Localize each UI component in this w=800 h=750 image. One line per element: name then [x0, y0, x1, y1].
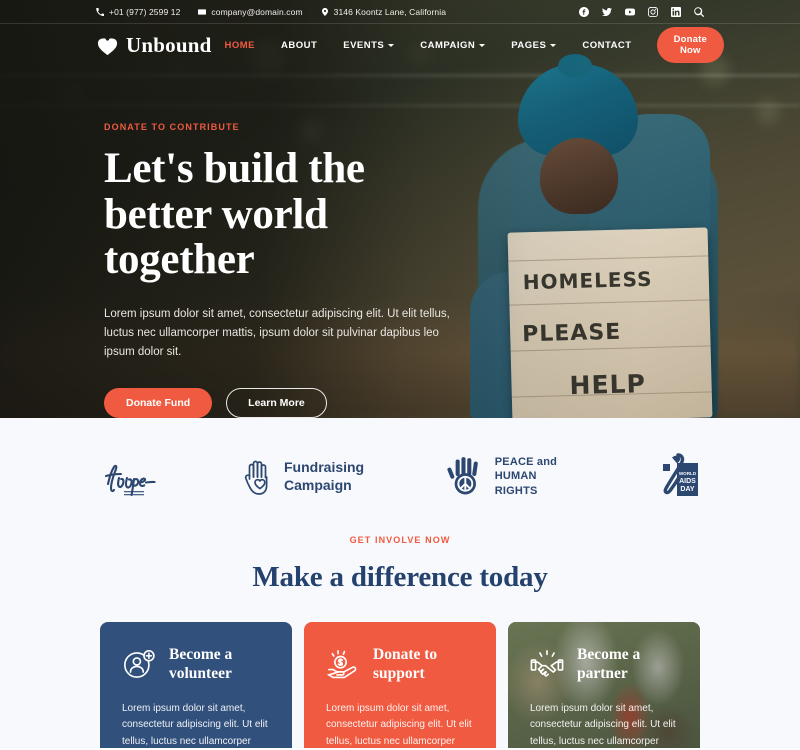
card-body: Lorem ipsum dolor sit amet, consectetur … — [122, 703, 268, 747]
get-involved-header: GET INVOLVE NOW Make a difference today — [0, 535, 800, 594]
partner-peace-text: PEACE and HUMAN RIGHTS — [495, 455, 580, 498]
world-aids-day-line1: WORLD — [679, 471, 697, 476]
card-body: Lorem ipsum dolor sit amet, consectetur … — [530, 703, 676, 747]
partner-peace-line1: PEACE and — [494, 456, 558, 469]
brand-logo[interactable]: Unbound — [96, 33, 211, 58]
hero-description: Lorem ipsum dolor sit amet, consectetur … — [104, 307, 450, 358]
partner-fundraising-text: Fundraising Campaign — [284, 459, 364, 493]
nav-item-campaign-label: CAMPAIGN — [420, 39, 476, 51]
topbar-phone[interactable]: +01 (977) 2599 12 — [96, 7, 180, 17]
nav-item-about[interactable]: ABOUT — [268, 40, 330, 51]
partner-peace-human-rights-logo[interactable]: PEACE and HUMAN RIGHTS — [444, 455, 580, 499]
nav-item-contact-label: CONTACT — [582, 39, 632, 51]
chevron-down-icon — [388, 43, 395, 47]
partner-fundraising-line1: Fundraising — [284, 459, 365, 476]
topbar: +01 (977) 2599 12 company@domain.com 314… — [0, 0, 800, 24]
search-icon[interactable] — [694, 6, 704, 17]
youtube-icon[interactable] — [625, 7, 635, 17]
card-body: Lorem ipsum dolor sit amet, consectetur … — [326, 703, 472, 747]
brand-name: Unbound — [126, 32, 212, 57]
hand-heart-icon — [244, 460, 268, 495]
hero-actions: Donate Fund Learn More — [104, 387, 480, 418]
nav-item-events[interactable]: EVENTS — [330, 40, 407, 51]
envelope-icon — [198, 8, 207, 16]
nav-item-pages[interactable]: PAGES — [498, 40, 569, 51]
learn-more-button[interactable]: Learn More — [226, 387, 327, 418]
nav-item-home-label: HOME — [224, 39, 255, 51]
partner-world-aids-day-logo[interactable]: WORLD AIDS DAY — [660, 452, 700, 501]
map-pin-icon — [321, 7, 329, 16]
world-aids-day-ribbon-icon: WORLD AIDS DAY — [663, 452, 698, 496]
hope-script-icon — [104, 464, 156, 496]
card-donate-to-support[interactable]: Donate to support Lorem ipsum dolor sit … — [304, 622, 496, 748]
instagram-icon[interactable] — [648, 6, 658, 17]
chevron-down-icon — [550, 43, 557, 47]
donate-now-button[interactable]: Donate Now — [656, 27, 724, 63]
nav-item-pages-label: PAGES — [511, 39, 547, 51]
partner-logos-section: Fundraising Campaign PEACE and HUMAN RIG… — [0, 418, 800, 535]
hero-title: Let's build the better world together — [104, 145, 365, 284]
donate-fund-button[interactable]: Donate Fund — [104, 387, 213, 418]
partner-hope-logo[interactable] — [100, 454, 162, 500]
get-involved-title: Make a difference today — [252, 561, 548, 593]
twitter-icon[interactable] — [602, 7, 612, 17]
involve-cards: Become a volunteer Lorem ipsum dolor sit… — [0, 594, 800, 748]
main-navigation: Unbound HOME ABOUT EVENTS CAMPAIGN PAGES — [0, 24, 800, 66]
linkedin-icon[interactable] — [671, 6, 681, 17]
topbar-phone-text: +01 (977) 2599 12 — [109, 6, 181, 17]
partner-peace-line2: HUMAN RIGHTS — [494, 470, 538, 497]
world-aids-day-line3: DAY — [680, 486, 694, 493]
get-involved-eyebrow: GET INVOLVE NOW — [349, 535, 451, 545]
topbar-email-text: company@domain.com — [211, 6, 303, 17]
nav-item-contact[interactable]: CONTACT — [569, 40, 644, 51]
hero-content: DONATE TO CONTRIBUTE Let's build the bet… — [0, 66, 480, 418]
partner-fundraising-line2: Campaign — [284, 476, 352, 493]
social-links — [579, 6, 704, 17]
handshake-icon — [530, 648, 564, 682]
card-title: Become a partner — [577, 646, 641, 682]
card-title: Become a volunteer — [169, 646, 233, 682]
user-plus-circle-icon — [122, 648, 156, 682]
hero-section: HOMELESS PLEASE HELP +01 (977) 2599 12 c… — [0, 0, 800, 418]
peace-hand-icon — [447, 456, 478, 494]
partner-fundraising-campaign-logo[interactable]: Fundraising Campaign — [242, 457, 364, 497]
chevron-down-icon — [479, 43, 486, 47]
nav-item-home[interactable]: HOME — [211, 40, 268, 51]
card-become-a-volunteer[interactable]: Become a volunteer Lorem ipsum dolor sit… — [100, 622, 292, 748]
topbar-address-text: 3146 Koontz Lane, California — [333, 6, 447, 17]
hand-holding-coin-icon — [326, 648, 360, 682]
facebook-icon[interactable] — [579, 6, 589, 17]
world-aids-day-line2: AIDS — [679, 478, 696, 485]
topbar-email[interactable]: company@domain.com — [198, 6, 303, 17]
topbar-address[interactable]: 3146 Koontz Lane, California — [321, 7, 446, 17]
heart-family-logo-icon — [96, 34, 119, 57]
phone-icon — [96, 7, 104, 16]
nav-item-campaign[interactable]: CAMPAIGN — [407, 40, 498, 51]
nav-item-about-label: ABOUT — [280, 39, 318, 51]
nav-menu: HOME ABOUT EVENTS CAMPAIGN PAGES CONTACT… — [211, 27, 724, 63]
card-become-a-partner[interactable]: Become a partner Lorem ipsum dolor sit a… — [508, 622, 700, 748]
get-involved-section: GET INVOLVE NOW Make a difference today — [0, 535, 800, 748]
nav-item-events-label: EVENTS — [343, 39, 385, 51]
hero-eyebrow: DONATE TO CONTRIBUTE — [104, 122, 240, 132]
card-title: Donate to support — [373, 646, 438, 682]
